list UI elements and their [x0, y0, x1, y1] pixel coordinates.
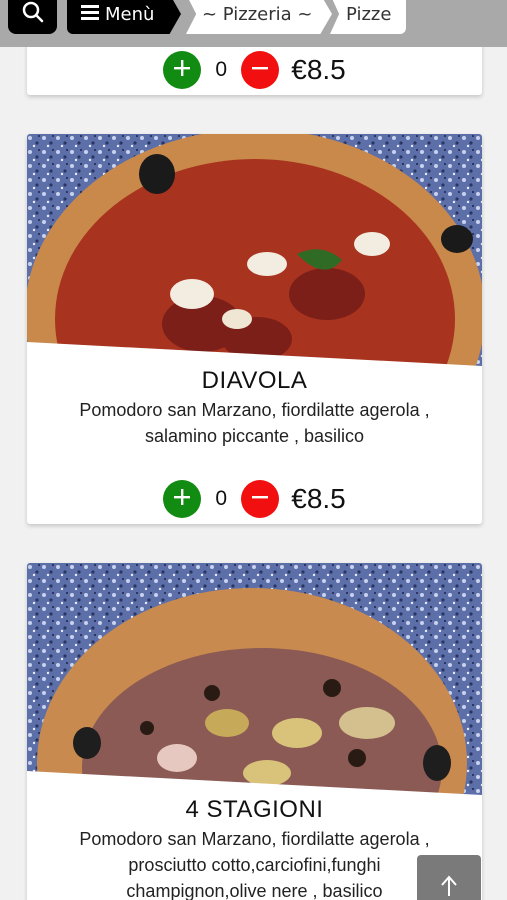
plus-icon — [172, 487, 192, 511]
item-name: DIAVOLA — [201, 367, 308, 394]
menu-item-card: 4 STAGIONI Pomodoro san Marzano, fiordil… — [27, 563, 482, 900]
add-button[interactable] — [163, 51, 202, 89]
item-price: €8.5 — [291, 54, 346, 85]
quantity-value: 0 — [215, 487, 228, 510]
breadcrumb-pizze[interactable]: Pizze — [330, 0, 406, 34]
description-line: prosciutto cotto,carciofini,funghi — [128, 855, 381, 875]
quantity-row: 0 €8.5 — [27, 479, 482, 519]
menu-label: Menù — [105, 3, 155, 25]
description-line: champignon,olive nere , basilico — [126, 881, 383, 900]
remove-button[interactable] — [241, 51, 280, 89]
remove-button[interactable] — [241, 480, 280, 518]
description-line: Pomodoro san Marzano, fiordilatte agerol… — [79, 400, 430, 420]
add-button[interactable] — [163, 480, 202, 518]
arrow-up-icon — [440, 875, 458, 900]
pizza-photo-diavola — [27, 134, 482, 369]
quantity-value: 0 — [215, 58, 228, 81]
item-description: Pomodoro san Marzano, fiordilatte agerol… — [37, 826, 472, 900]
search-icon — [21, 0, 45, 28]
item-name: 4 STAGIONI — [185, 796, 324, 823]
minus-icon — [250, 487, 270, 511]
menu-button[interactable]: Menù — [67, 0, 181, 34]
top-navigation-bar: Menù ~ Pizzeria ~ Pizze — [0, 0, 507, 47]
minus-icon — [250, 58, 270, 82]
search-button[interactable] — [8, 0, 57, 34]
description-line: Pomodoro san Marzano, fiordilatte agerol… — [79, 829, 430, 849]
breadcrumb-pizzeria[interactable]: ~ Pizzeria ~ — [186, 0, 332, 34]
hamburger-icon — [81, 4, 99, 25]
description-line: salamino piccante , basilico — [144, 426, 365, 446]
back-to-top-button[interactable] — [417, 855, 481, 900]
plus-icon — [172, 58, 192, 82]
quantity-row: 0 €8.5 — [27, 50, 482, 90]
item-description: Pomodoro san Marzano, fiordilatte agerol… — [37, 397, 472, 449]
item-price: €8.5 — [291, 483, 346, 514]
pizza-photo-4-stagioni — [27, 563, 482, 798]
menu-item-card: DIAVOLA Pomodoro san Marzano, fiordilatt… — [27, 134, 482, 524]
